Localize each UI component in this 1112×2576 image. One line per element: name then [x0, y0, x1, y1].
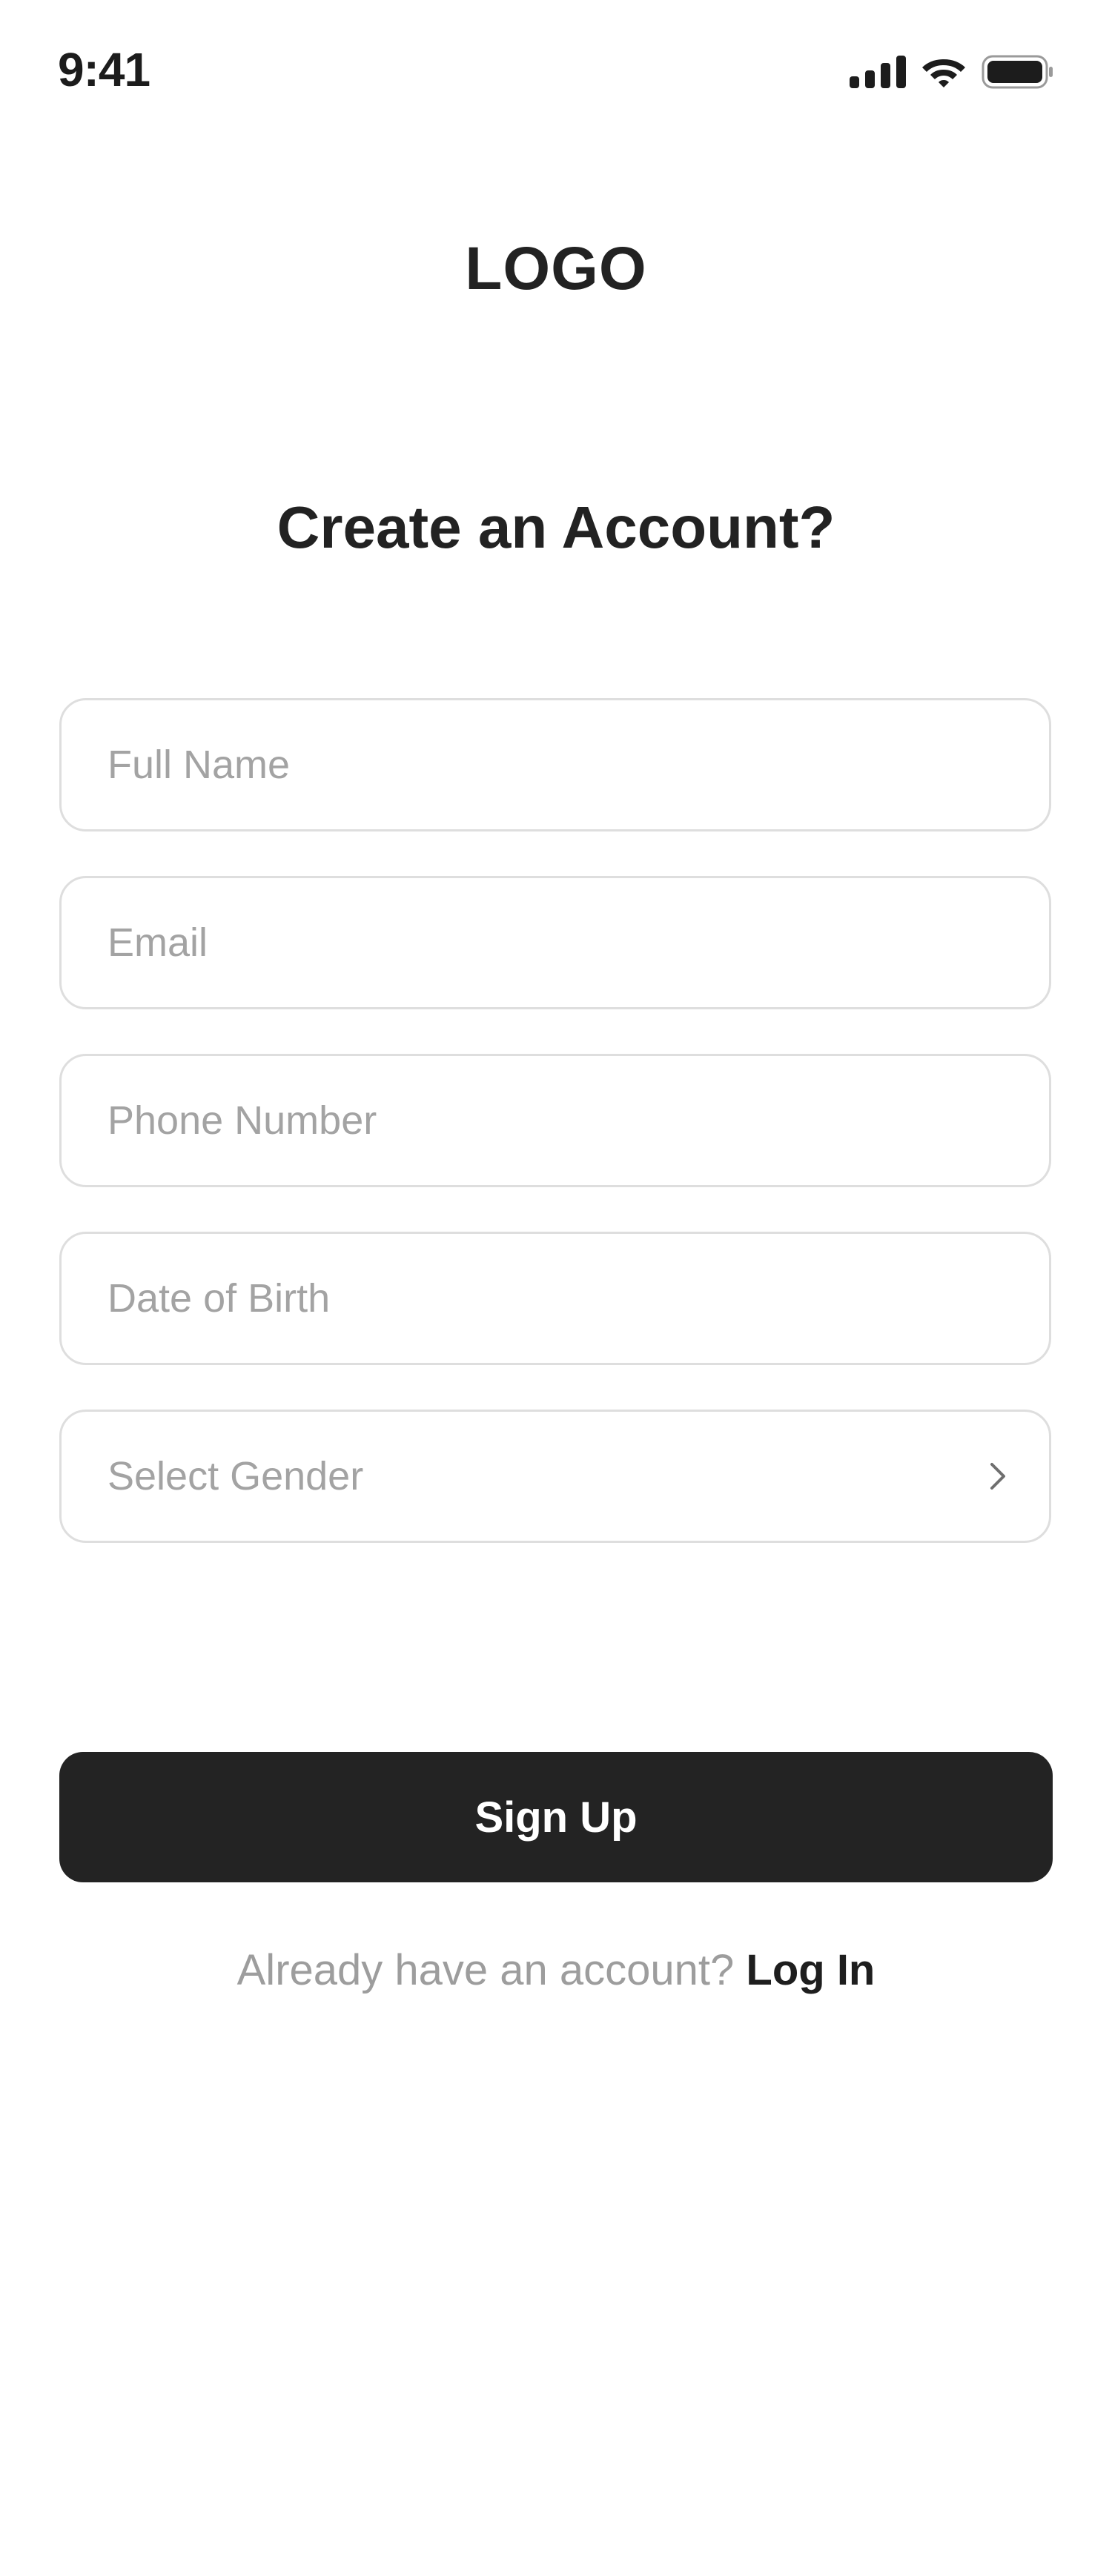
full-name-field — [59, 698, 1051, 831]
date-of-birth-field — [59, 1232, 1051, 1365]
chevron-right-icon — [990, 1463, 1005, 1490]
status-icons — [850, 55, 1054, 89]
gender-select[interactable]: Select Gender — [59, 1410, 1051, 1543]
full-name-input[interactable] — [62, 700, 1049, 829]
cellular-signal-icon — [850, 56, 906, 88]
phone-number-field — [59, 1054, 1051, 1187]
login-row: Already have an account? Log In — [0, 1949, 1112, 1992]
battery-icon — [982, 55, 1053, 89]
status-bar: 9:41 — [0, 0, 1112, 148]
login-prompt: Already have an account? — [236, 1946, 747, 1994]
sign-up-button[interactable]: Sign Up — [59, 1752, 1053, 1882]
email-input[interactable] — [62, 878, 1049, 1007]
wifi-icon — [922, 59, 965, 87]
logo: LOGO — [465, 235, 647, 302]
page-title: Create an Account? — [277, 494, 835, 560]
date-of-birth-input[interactable] — [62, 1234, 1049, 1363]
email-field — [59, 876, 1051, 1009]
gender-select-label: Select Gender — [107, 1454, 364, 1498]
status-time: 9:41 — [58, 43, 150, 96]
phone-number-input[interactable] — [62, 1056, 1049, 1185]
log-in-link[interactable]: Log In — [746, 1946, 875, 1994]
